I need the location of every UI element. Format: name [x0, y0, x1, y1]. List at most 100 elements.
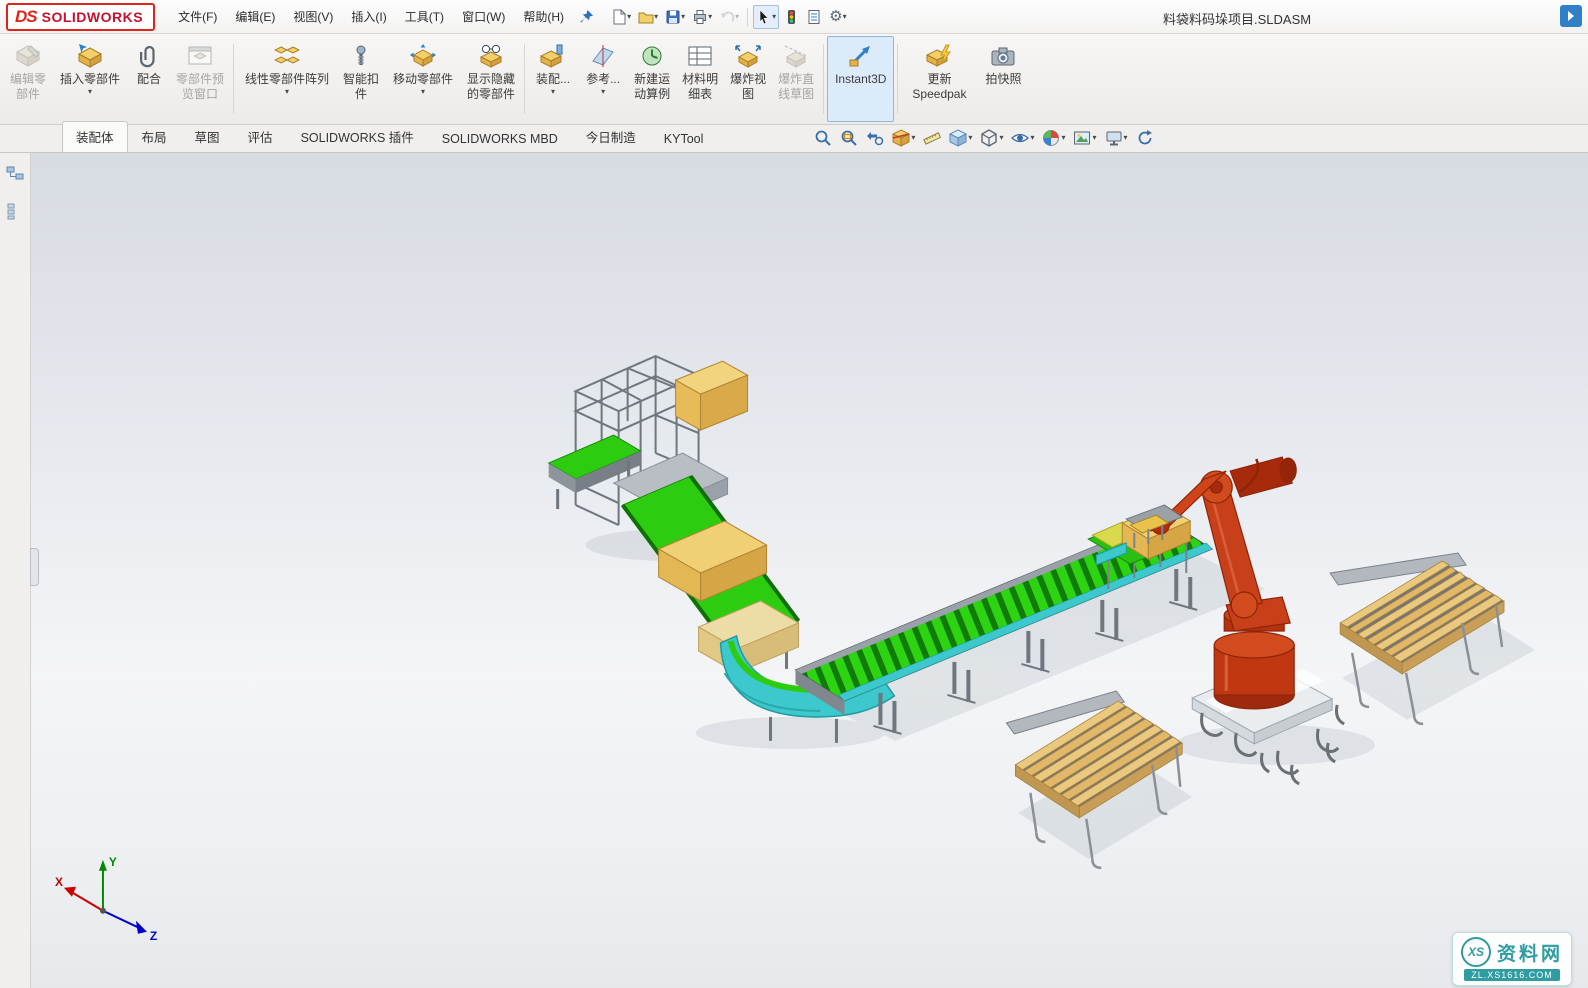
solidworks-logo-text: SOLIDWORKS	[42, 9, 143, 25]
infeed-conveyor[interactable]	[549, 435, 641, 509]
zoom-area-button[interactable]	[838, 127, 860, 149]
origin-triad: X Y Z	[55, 855, 157, 943]
bill-of-materials-button[interactable]: 材料明细表	[676, 36, 724, 122]
component-preview-window-button: 零部件预览窗口	[170, 36, 230, 122]
quick-access-toolbar: ▾ ▾ ▾ ▾ ▾ ▾	[608, 5, 850, 29]
mate-paperclip-icon	[136, 43, 162, 69]
section-view-button[interactable]: ▾	[890, 127, 917, 149]
menu-window[interactable]: 窗口(W)	[453, 3, 514, 30]
pin-menu-icon[interactable]	[579, 9, 594, 24]
menu-edit[interactable]: 编辑(E)	[226, 3, 284, 30]
display-style-button[interactable]: ▾	[978, 127, 1005, 149]
previous-view-button[interactable]	[864, 127, 886, 149]
menu-file[interactable]: 文件(F)	[169, 3, 226, 30]
watermark: XS 资料网 ZL.XS1616.COM	[1452, 932, 1572, 986]
solidworks-logo: DS SOLIDWORKS	[6, 3, 155, 31]
tab-layout[interactable]: 布局	[128, 121, 181, 152]
options-button[interactable]: ⚙ ▾	[826, 5, 849, 28]
mate-button[interactable]: 配合	[128, 36, 170, 122]
rotate-view-button[interactable]	[1134, 127, 1156, 149]
reference-geometry-button[interactable]: 参考... ▾	[578, 36, 628, 122]
exploded-view-button[interactable]: 爆炸视图	[724, 36, 772, 122]
instant3d-icon	[848, 43, 874, 69]
graphics-viewport[interactable]: X Y Z XS 资料网 ZL.XS1616.COM	[31, 153, 1588, 988]
reference-geometry-icon	[590, 43, 616, 69]
update-speedpak-button[interactable]: 更新Speedpak	[901, 36, 977, 122]
take-snapshot-button[interactable]: 拍快照	[977, 36, 1029, 122]
tab-solidworks-addins[interactable]: SOLIDWORKS 插件	[287, 121, 428, 152]
dropdown-caret-icon: ▾	[843, 13, 847, 21]
apply-scene-button[interactable]: ▾	[1071, 127, 1098, 149]
linear-component-pattern-button[interactable]: 线性零部件阵列 ▾	[237, 36, 337, 122]
save-button[interactable]: ▾	[662, 5, 688, 29]
dropdown-caret-icon: ▾	[88, 88, 92, 96]
dropdown-caret-icon: ▾	[654, 13, 658, 21]
view-orientation-button[interactable]: ▾	[947, 127, 974, 149]
insert-components-button[interactable]: 插入零部件 ▾	[52, 36, 128, 122]
triad-y-label: Y	[109, 855, 117, 869]
print-button[interactable]: ▾	[689, 5, 715, 29]
zoom-fit-button[interactable]	[812, 127, 834, 149]
rebuild-button[interactable]	[780, 5, 802, 29]
assembly-features-button[interactable]: 装配... ▾	[528, 36, 578, 122]
heads-up-view-toolbar: ▾ ▾ ▾ ▾ ▾ ▾	[812, 127, 1155, 152]
ribbon-separator	[897, 44, 898, 114]
menu-help[interactable]: 帮助(H)	[514, 3, 573, 30]
solidworks-window: DS SOLIDWORKS 文件(F) 编辑(E) 视图(V) 插入(I) 工具…	[0, 0, 1588, 988]
tab-today-manufacturing[interactable]: 今日制造	[572, 121, 650, 152]
title-bar: DS SOLIDWORKS 文件(F) 编辑(E) 视图(V) 插入(I) 工具…	[0, 0, 1588, 34]
open-document-button[interactable]: ▾	[635, 5, 661, 29]
tab-kytool[interactable]: KYTool	[650, 126, 718, 152]
component-preview-icon	[187, 43, 213, 69]
motion-study-icon	[639, 43, 665, 69]
menu-view[interactable]: 视图(V)	[284, 3, 342, 30]
dropdown-caret-icon: ▾	[551, 88, 555, 96]
feature-tree-icon[interactable]	[4, 163, 26, 188]
dropdown-caret-icon: ▾	[999, 134, 1003, 142]
tab-assembly[interactable]: 装配体	[62, 121, 128, 152]
dropdown-caret-icon: ▾	[772, 13, 776, 21]
expand-panel-icon[interactable]	[1560, 5, 1582, 27]
tab-evaluate[interactable]: 评估	[234, 121, 287, 152]
edit-component-button: 编辑零部件	[4, 36, 52, 122]
dropdown-caret-icon: ▾	[601, 88, 605, 96]
triad-z-label: Z	[150, 929, 157, 943]
bom-table-icon	[687, 43, 713, 69]
tab-solidworks-mbd[interactable]: SOLIDWORKS MBD	[428, 126, 572, 152]
ribbon-separator	[233, 44, 234, 114]
new-document-button[interactable]: ▾	[608, 5, 634, 29]
smart-fastener-icon	[348, 43, 374, 69]
show-hidden-components-button[interactable]: 显示隐藏的零部件	[461, 36, 521, 122]
bag-on-lift[interactable]	[676, 361, 748, 430]
dropdown-caret-icon: ▾	[285, 88, 289, 96]
dropdown-caret-icon: ▾	[911, 134, 915, 142]
dropdown-caret-icon: ▾	[421, 88, 425, 96]
file-properties-button[interactable]	[803, 5, 825, 29]
measure-button[interactable]	[921, 127, 943, 149]
menu-tools[interactable]: 工具(T)	[396, 3, 453, 30]
tab-sketch[interactable]: 草图	[181, 121, 234, 152]
new-motion-study-button[interactable]: 新建运动算例	[628, 36, 676, 122]
explode-line-sketch-icon	[783, 43, 809, 69]
insert-components-icon	[77, 43, 103, 69]
smart-fasteners-button[interactable]: 智能扣件	[337, 36, 385, 122]
move-component-icon	[410, 43, 436, 69]
ribbon-separator	[823, 44, 824, 114]
display-pane-icon[interactable]	[4, 200, 26, 225]
assembly-3d-scene[interactable]: X Y Z	[31, 153, 1588, 988]
dropdown-caret-icon: ▾	[1124, 134, 1128, 142]
view-settings-button[interactable]: ▾	[1103, 127, 1130, 149]
solidworks-logo-mark-icon: DS	[15, 7, 37, 27]
dropdown-caret-icon: ▾	[1061, 134, 1065, 142]
select-tool-button[interactable]: ▾	[753, 5, 779, 29]
move-component-button[interactable]: 移动零部件 ▾	[385, 36, 461, 122]
edit-appearance-button[interactable]: ▾	[1040, 127, 1067, 149]
instant3d-button[interactable]: Instant3D	[827, 36, 894, 122]
edit-component-icon	[15, 43, 41, 69]
triad-x-label: X	[55, 875, 63, 889]
dropdown-caret-icon: ▾	[708, 13, 712, 21]
hide-show-items-button[interactable]: ▾	[1009, 127, 1036, 149]
feature-manager-collapsed	[0, 153, 31, 988]
ribbon-separator	[524, 44, 525, 114]
menu-insert[interactable]: 插入(I)	[342, 3, 395, 30]
